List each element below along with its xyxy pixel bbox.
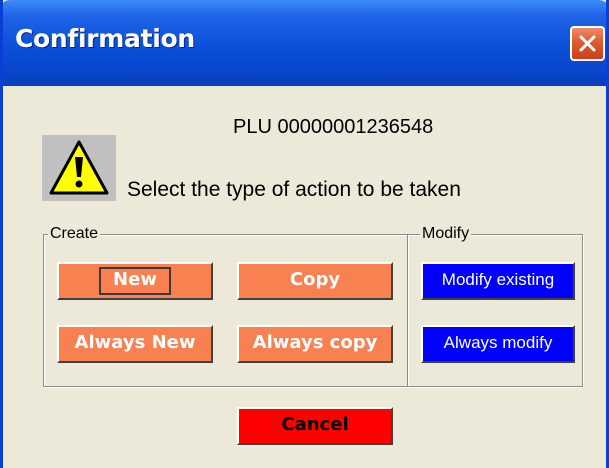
copy-button[interactable]: Copy: [237, 262, 393, 300]
always-copy-button-label: Always copy: [252, 332, 378, 353]
modify-group-label: Modify: [420, 224, 472, 244]
confirmation-dialog: Confirmation PLU 00000001236548 Select t…: [0, 0, 609, 468]
copy-button-label: Copy: [289, 269, 341, 290]
create-group-label: Create: [48, 224, 101, 244]
close-button[interactable]: [570, 26, 605, 61]
create-group: Create: [43, 224, 408, 387]
warning-icon: [42, 135, 116, 201]
cancel-button-label: Cancel: [281, 414, 349, 435]
dialog-content: PLU 00000001236548 Select the type of ac…: [3, 86, 606, 468]
close-icon: [579, 35, 596, 52]
modify-existing-button[interactable]: Modify existing: [421, 262, 575, 300]
cancel-button[interactable]: Cancel: [237, 407, 393, 445]
always-new-button[interactable]: Always New: [57, 325, 213, 363]
focus-rectangle: [99, 267, 171, 295]
window-title: Confirmation: [15, 24, 195, 53]
new-button[interactable]: New: [57, 262, 213, 300]
instruction-message: Select the type of action to be taken: [127, 178, 461, 201]
plu-text: PLU 00000001236548: [233, 116, 434, 138]
always-modify-button-label: Always modify: [443, 333, 553, 352]
modify-existing-button-label: Modify existing: [441, 270, 555, 289]
always-copy-button[interactable]: Always copy: [237, 325, 393, 363]
always-new-button-label: Always New: [74, 332, 196, 353]
modify-group: Modify: [407, 224, 583, 387]
title-bar[interactable]: Confirmation: [3, 0, 606, 86]
always-modify-button[interactable]: Always modify: [421, 325, 575, 363]
